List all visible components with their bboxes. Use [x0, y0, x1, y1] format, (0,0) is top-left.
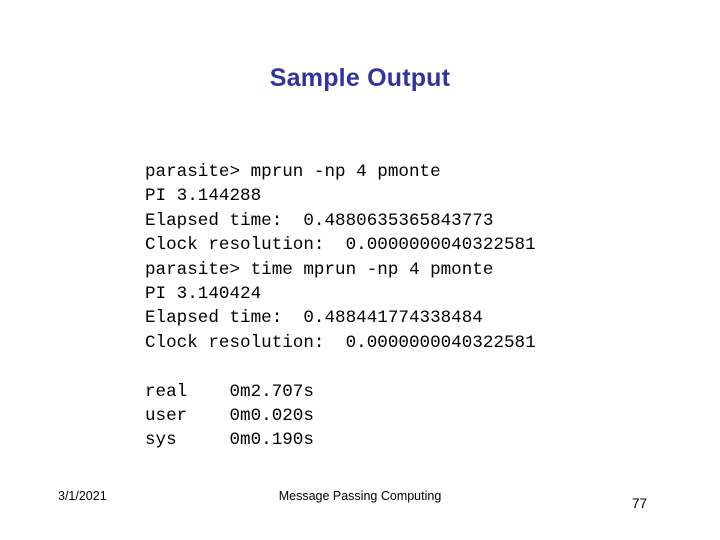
code-block-spacer [145, 355, 665, 379]
footer-title: Message Passing Computing [278, 489, 442, 503]
terminal-output-block-primary: parasite> mprun -np 4 pmonte PI 3.144288… [145, 162, 536, 353]
sample-output-content: parasite> mprun -np 4 pmonte PI 3.144288… [145, 160, 665, 453]
page-title: Sample Output [269, 64, 451, 92]
presentation-slide: Sample Output parasite> mprun -np 4 pmon… [0, 0, 720, 540]
footer-page-number: 77 [632, 496, 648, 511]
terminal-output-block-timings: real 0m2.707s user 0m0.020s sys 0m0.190s [145, 381, 314, 451]
